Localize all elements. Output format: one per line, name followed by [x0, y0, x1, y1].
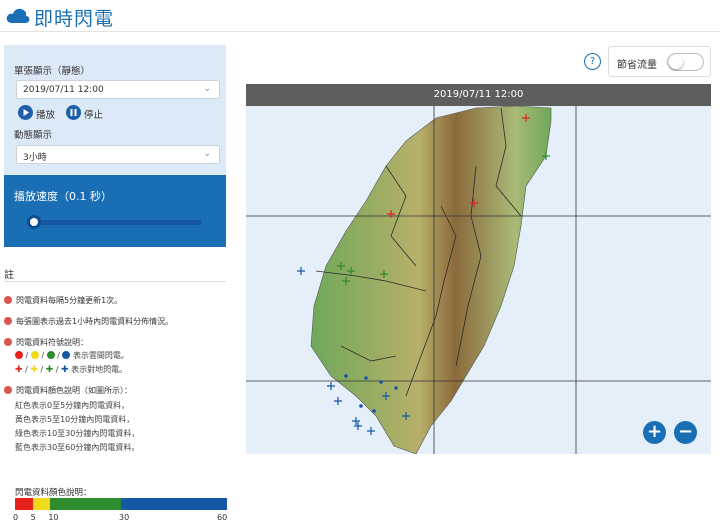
range-select-value: 3小時 — [23, 153, 47, 163]
scale-segment — [121, 498, 227, 510]
cloud-symbol-legend: / / / 表示雲間閃電。 — [15, 351, 129, 361]
color-line: 黃色表示5至10分鐘內閃電資料， — [15, 415, 135, 424]
save-bandwidth-control: 節省流量 — [608, 46, 711, 77]
green-cross-icon: ✚ — [45, 365, 54, 375]
cloud-strike-dot — [344, 374, 348, 378]
ground-strike-cross — [352, 417, 360, 425]
island-landmass — [310, 106, 552, 454]
cloud-strike-dot — [372, 409, 376, 413]
note-item: 閃電資料每隔5分鐘更新1次。 — [4, 296, 122, 306]
chevron-down-icon: ⌄ — [203, 149, 211, 159]
control-panel: 單張顯示（靜態） 2019/07/11 12:00 ⌄ 播放 停止 動態顯示 3… — [4, 45, 226, 175]
cloud-strike-dot — [359, 404, 363, 408]
scale-tick-label: 60 — [217, 513, 228, 522]
cloud-symbol-text: 表示雲間閃電。 — [72, 351, 129, 360]
save-bandwidth-toggle[interactable] — [667, 53, 704, 71]
cloud-strike-dot — [364, 376, 368, 380]
green-dot-icon — [46, 351, 55, 359]
info-bullet-icon — [4, 296, 12, 304]
scale-tick-label: 30 — [119, 513, 130, 522]
dynamic-display-label: 動態顯示 — [14, 130, 53, 141]
ground-strike-cross — [354, 422, 362, 430]
color-line: 紅色表示0至5分鐘內閃電資料， — [15, 401, 130, 410]
speed-title: 播放速度（0.1 秒） — [14, 190, 112, 203]
zoom-in-button[interactable]: + — [643, 421, 666, 444]
map-timestamp: 2019/07/11 12:00 — [246, 84, 711, 106]
stop-button[interactable]: 停止 — [84, 107, 103, 121]
blue-dot-icon — [62, 351, 71, 359]
ground-strike-cross — [297, 267, 305, 275]
toggle-knob — [669, 55, 683, 69]
color-line: 綠色表示10至30分鐘內閃電資料， — [15, 429, 140, 438]
lightning-map[interactable]: + − — [246, 106, 711, 454]
speed-panel: 播放速度（0.1 秒） — [4, 175, 226, 247]
chevron-down-icon: ⌄ — [203, 84, 211, 94]
scale-tick-label: 5 — [30, 513, 36, 522]
ground-strike-cross — [367, 427, 375, 435]
note-item: 閃電資料符號說明： — [4, 338, 88, 348]
color-line: 藍色表示30至60分鐘內閃電資料。 — [15, 443, 140, 452]
pause-icon[interactable] — [66, 105, 81, 120]
info-bullet-icon — [4, 317, 12, 325]
app-header: 即時閃電 — [0, 0, 720, 32]
yellow-cross-icon: ✚ — [30, 365, 38, 375]
date-select[interactable]: 2019/07/11 12:00 ⌄ — [16, 80, 220, 99]
info-bullet-icon — [4, 338, 12, 346]
ground-symbol-legend: ✚ / ✚ / ✚ / ✚ 表示對地閃電。 — [15, 365, 128, 375]
taiwan-terrain-map — [246, 106, 711, 454]
speed-slider-handle[interactable] — [27, 215, 41, 229]
page-title: 即時閃電 — [34, 8, 115, 30]
scale-tick-label: 10 — [48, 513, 59, 522]
red-cross-icon: ✚ — [15, 365, 23, 375]
blue-cross-icon: ✚ — [61, 365, 69, 375]
cloud-icon — [6, 8, 30, 23]
ground-strike-cross — [327, 382, 335, 390]
single-display-label: 單張顯示（靜態） — [14, 66, 91, 77]
cloud-strike-dot — [394, 386, 398, 390]
ground-strike-cross — [334, 397, 342, 405]
scale-segment — [32, 498, 51, 510]
red-dot-icon — [15, 351, 23, 359]
scale-segment — [15, 498, 33, 510]
zoom-out-button[interactable]: − — [674, 421, 697, 444]
color-scale-title: 閃電資料顏色說明： — [15, 488, 92, 498]
play-icon[interactable] — [18, 105, 33, 120]
note-item: 每張圖表示過去1小時內閃電資料分佈情況。 — [4, 317, 173, 327]
info-bullet-icon — [4, 386, 12, 394]
cloud-strike-dot — [379, 380, 383, 384]
speed-slider-track[interactable] — [32, 220, 202, 225]
note-item: 閃電資料顏色說明（如圖所示）： — [4, 386, 132, 396]
save-bandwidth-label: 節省流量 — [617, 60, 657, 71]
notes-divider — [4, 281, 226, 282]
scale-tick-label: 0 — [13, 513, 19, 522]
yellow-dot-icon — [30, 351, 39, 359]
color-scale-bar — [15, 498, 227, 510]
help-icon[interactable]: ? — [584, 53, 601, 70]
scale-segment — [50, 498, 121, 510]
notes-title: 註 — [4, 270, 14, 281]
range-select[interactable]: 3小時 ⌄ — [16, 145, 220, 164]
date-select-value: 2019/07/11 12:00 — [23, 85, 104, 95]
ground-symbol-text: 表示對地閃電。 — [71, 365, 128, 374]
play-button[interactable]: 播放 — [36, 107, 55, 121]
